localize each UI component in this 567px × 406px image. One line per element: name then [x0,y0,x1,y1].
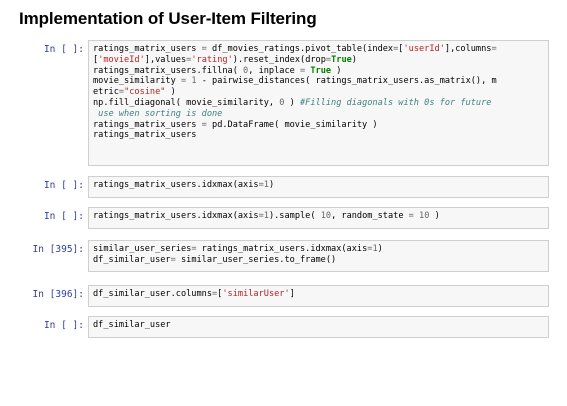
code-line: ratings_matrix_users [93,130,197,141]
code-line: df_similar_user= similar_user_series.to_… [93,254,337,265]
cell-prompt: In [ ]: [43,320,84,331]
code-line: df_similar_user [93,320,171,330]
code-input-5[interactable]: df_similar_user.columns=['similarUser'] [88,285,549,307]
code-line: use when sorting is done [93,108,223,119]
code-line: df_similar_user.columns=['similarUser'] [93,289,295,299]
code-line: ratings_matrix_users.idxmax(axis=1).samp… [93,211,440,221]
code-line: ratings_matrix_users.idxmax(axis=1) [93,180,275,190]
code-input-6[interactable]: df_similar_user [88,316,549,338]
code-line: ratings_matrix_users = df_movies_ratings… [93,44,497,54]
code-line: movie_similarity = 1 - pairwise_distance… [93,76,497,87]
code-input-2[interactable]: ratings_matrix_users.idxmax(axis=1) [88,176,549,198]
code-line: etric="cosine" ) [93,87,176,98]
cell-prompt: In [396]: [32,289,84,300]
page-title: Implementation of User-Item Filtering [19,9,317,28]
cell-prompt: In [395]: [32,244,84,255]
code-line: np.fill_diagonal( movie_similarity, 0 ) … [93,97,492,108]
code-input-1[interactable]: ratings_matrix_users = df_movies_ratings… [88,40,549,166]
code-line: ['movieId'],values='rating').reset_index… [93,54,357,65]
code-input-4[interactable]: similar_user_series= ratings_matrix_user… [88,240,549,272]
code-line: ratings_matrix_users.fillna( 0, inplace … [93,65,342,76]
code-line: similar_user_series= ratings_matrix_user… [93,244,383,254]
cell-prompt: In [ ]: [43,44,84,55]
code-line: ratings_matrix_users = pd.DataFrame( mov… [93,119,378,130]
cell-prompt: In [ ]: [43,180,84,191]
code-input-3[interactable]: ratings_matrix_users.idxmax(axis=1).samp… [88,207,549,229]
cell-prompt: In [ ]: [43,211,84,222]
